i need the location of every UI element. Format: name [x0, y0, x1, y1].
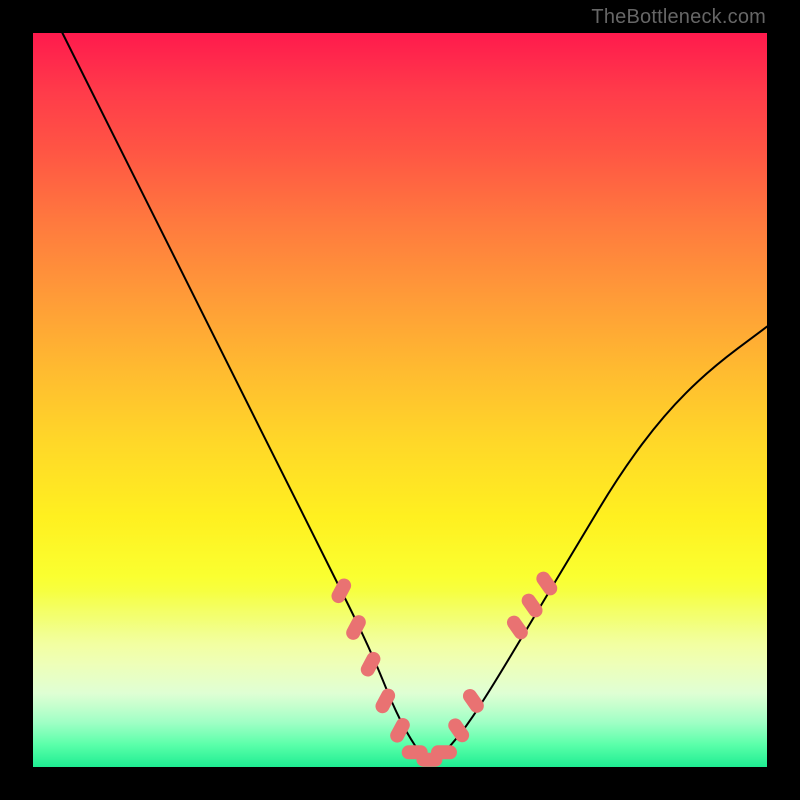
plot-area — [33, 33, 767, 767]
data-marker — [431, 745, 457, 759]
chart-frame: TheBottleneck.com — [0, 0, 800, 800]
data-marker — [388, 716, 413, 746]
data-marker — [358, 649, 383, 679]
curve-svg — [33, 33, 767, 767]
data-marker — [534, 569, 560, 598]
attribution-text: TheBottleneck.com — [591, 6, 766, 29]
bottleneck-curve — [62, 33, 767, 758]
marker-group — [329, 569, 560, 767]
data-marker — [329, 576, 354, 606]
data-marker — [446, 716, 472, 745]
data-marker — [373, 686, 398, 716]
